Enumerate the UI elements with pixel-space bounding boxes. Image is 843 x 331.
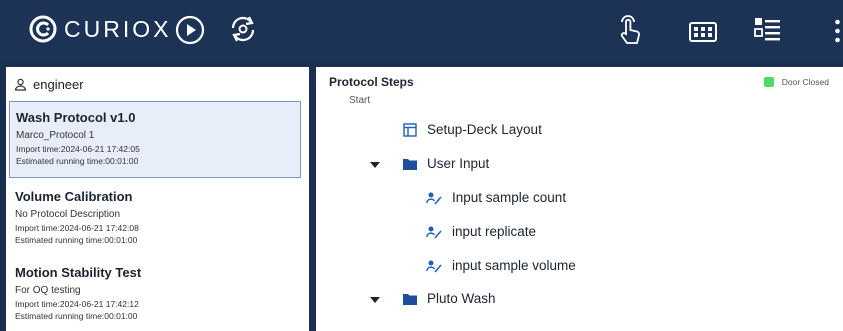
protocol-running-time: Estimated running time:00:01:00 [15, 311, 138, 321]
protocol-card-motion-stability[interactable]: Motion Stability Test For OQ testing Imp… [9, 257, 301, 331]
step-label: input replicate [452, 224, 537, 239]
protocol-list-panel: engineer Wash Protocol v1.0 Marco_Protoc… [6, 67, 309, 331]
protocol-card-volume-calibration[interactable]: Volume Calibration No Protocol Descripti… [9, 181, 301, 253]
layout-icon [403, 122, 417, 137]
brand-name: CURIOX [64, 15, 172, 42]
protocol-import-time: Import time:2024-06-21 17:42:08 [15, 223, 139, 233]
plate-grid-icon[interactable] [687, 20, 719, 44]
step-input-replicate[interactable]: input replicate [426, 224, 536, 239]
protocol-card-wash[interactable]: Wash Protocol v1.0 Marco_Protocol 1 Impo… [9, 101, 301, 178]
main-content: engineer Wash Protocol v1.0 Marco_Protoc… [0, 62, 843, 331]
folder-icon [403, 293, 417, 305]
step-label: User Input [427, 156, 490, 171]
protocol-import-time: Import time:2024-06-21 17:42:05 [16, 144, 140, 154]
step-label: input sample volume [452, 258, 576, 273]
step-pluto-wash[interactable]: Pluto Wash [403, 291, 496, 306]
protocol-steps-panel: Protocol Steps Start Door Closed Setup-D… [316, 67, 843, 331]
protocol-description: For OQ testing [15, 285, 81, 296]
user-input-icon [426, 260, 442, 272]
collapse-caret-user-input[interactable] [370, 162, 380, 168]
protocol-description: No Protocol Description [15, 209, 121, 220]
folder-icon [403, 158, 417, 170]
current-user: engineer [14, 77, 84, 92]
door-status-label: Door Closed [781, 77, 829, 87]
user-input-icon [426, 192, 442, 204]
protocol-running-time: Estimated running time:00:01:00 [16, 156, 139, 166]
user-input-icon [426, 226, 442, 238]
step-label: Input sample count [452, 190, 567, 205]
step-input-sample-volume[interactable]: input sample volume [426, 258, 576, 273]
person-icon [14, 78, 27, 91]
protocol-title: Motion Stability Test [15, 265, 142, 280]
step-label: Setup-Deck Layout [427, 122, 542, 137]
protocol-running-time: Estimated running time:00:01:00 [15, 235, 138, 245]
more-vert-icon[interactable] [832, 16, 843, 46]
door-status: Door Closed [763, 77, 829, 87]
steps-panel-title: Protocol Steps [329, 75, 414, 89]
step-label: Pluto Wash [427, 291, 496, 306]
top-app-bar: CURIOX [0, 0, 843, 62]
step-user-input[interactable]: User Input [403, 156, 489, 171]
user-name: engineer [33, 77, 84, 92]
play-icon[interactable] [174, 14, 206, 46]
door-status-indicator [763, 77, 774, 87]
step-setup-deck-layout[interactable]: Setup-Deck Layout [403, 122, 542, 137]
sync-icon[interactable] [227, 13, 259, 45]
curiox-logo: CURIOX [28, 14, 171, 44]
touch-gesture-icon[interactable] [615, 12, 645, 46]
protocol-import-time: Import time:2024-06-21 17:42:12 [15, 299, 139, 309]
protocol-list-icon[interactable] [752, 14, 782, 46]
protocol-description: Marco_Protocol 1 [16, 130, 95, 141]
protocol-title: Volume Calibration [15, 189, 133, 204]
step-input-sample-count[interactable]: Input sample count [426, 190, 566, 205]
curiox-logo-icon [29, 15, 57, 43]
collapse-caret-pluto-wash[interactable] [370, 297, 380, 303]
start-label: Start [349, 95, 371, 106]
protocol-title: Wash Protocol v1.0 [16, 110, 136, 125]
